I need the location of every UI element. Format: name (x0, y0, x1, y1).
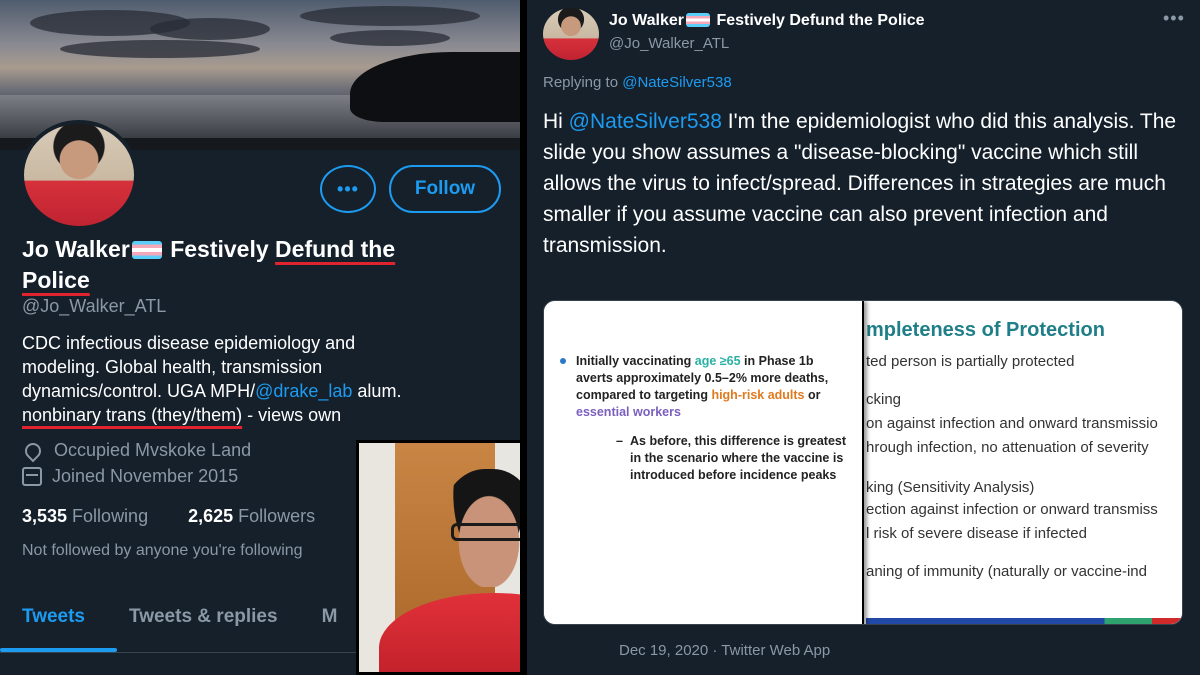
replying-to: Replying to @NateSilver538 (543, 74, 732, 91)
slide-line: ted person is partially protected (866, 353, 1075, 370)
slide-overlay-panel: Initially vaccinating age ≥65 in Phase 1… (544, 301, 864, 624)
slide-color-bar (866, 618, 1182, 624)
tweet-author-name[interactable]: Jo Walker Festively Defund the Police (609, 12, 925, 30)
slide-line: l risk of severe disease if infected (866, 525, 1087, 542)
profile-stats: 3,535 Following 2,625 Followers (22, 506, 315, 527)
trans-flag-icon (131, 241, 162, 259)
slide-bullet: Initially vaccinating age ≥65 in Phase 1… (560, 353, 844, 421)
tweet-panel: Jo Walker Festively Defund the Police @J… (527, 0, 1200, 675)
tweet-author-handle[interactable]: @Jo_Walker_ATL (609, 35, 729, 52)
trans-flag-icon (686, 13, 710, 27)
profile-location: Occupied Mvskoke Land (21, 439, 251, 462)
slide-line: cking (866, 391, 902, 408)
tweet-avatar[interactable] (543, 8, 599, 60)
tab-tweets-replies[interactable]: Tweets & replies (107, 600, 300, 645)
more-options-button[interactable]: ••• (320, 165, 376, 213)
slide-line: hrough infection, no attenuation of seve… (866, 439, 1149, 456)
drake-lab-link[interactable]: @drake_lab (255, 381, 352, 401)
replying-to-link[interactable]: @NateSilver538 (622, 74, 731, 91)
tweet-text: Hi @NateSilver538 I'm the epidemiologist… (543, 110, 1177, 257)
location-pin-icon (21, 439, 45, 462)
following-link[interactable]: 3,535 Following (22, 506, 148, 526)
profile-bio: CDC infectious disease epidemiology and … (22, 333, 402, 425)
mention-link[interactable]: @NateSilver538 (569, 110, 722, 133)
follow-button[interactable]: Follow (389, 165, 501, 213)
tab-tweets[interactable]: Tweets (0, 600, 107, 645)
not-followed-notice: Not followed by anyone you're following (22, 542, 303, 559)
slide-title: mpleteness of Protection (866, 319, 1105, 341)
slide-line: aning of immunity (naturally or vaccine-… (866, 563, 1147, 580)
collage-divider (520, 0, 527, 675)
calendar-icon (22, 467, 42, 486)
tweet-image-slide[interactable]: mpleteness of Protection ted person is p… (543, 300, 1183, 625)
bullet-icon (560, 358, 566, 364)
profile-handle: @Jo_Walker_ATL (22, 296, 167, 316)
followers-link[interactable]: 2,625 Followers (188, 506, 315, 526)
profile-joined: Joined November 2015 (22, 466, 238, 487)
slide-line: on against infection and onward transmis… (866, 415, 1158, 432)
slide-line: ection against infection or onward trans… (866, 501, 1158, 518)
profile-name: Jo Walker Festively Defund the Police (22, 236, 396, 293)
more-options-icon: ••• (337, 178, 359, 199)
slide-line: king (Sensitivity Analysis) (866, 479, 1035, 496)
tweet-timestamp[interactable]: Dec 19, 2020 · Twitter Web App (619, 642, 830, 659)
tab-media[interactable]: M (300, 600, 360, 645)
slide-sub-bullet: – As before, this difference is greatest… (616, 434, 847, 482)
tweet-more-icon[interactable]: ••• (1163, 8, 1185, 29)
slide-background-panel: mpleteness of Protection ted person is p… (866, 301, 1182, 624)
profile-avatar[interactable] (20, 120, 138, 230)
